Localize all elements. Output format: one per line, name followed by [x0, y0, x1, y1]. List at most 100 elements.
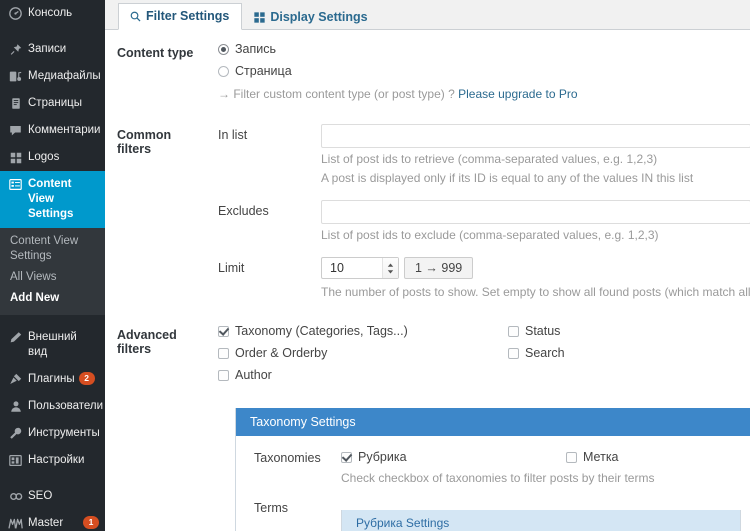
- checkbox-icon[interactable]: [566, 451, 577, 463]
- checkbox-icon[interactable]: [218, 369, 229, 381]
- advanced-filters-col-right: Status Search: [508, 324, 565, 390]
- sidebar-item-users[interactable]: Пользователи: [0, 393, 105, 420]
- limit-range-button[interactable]: 1 → 999: [404, 257, 474, 279]
- limit-controls-row: 10 1 → 999: [321, 257, 750, 279]
- limit-stepper[interactable]: 10: [321, 257, 399, 279]
- checkbox-taxonomy[interactable]: Taxonomy (Categories, Tags...): [218, 324, 508, 338]
- excludes-label: Excludes: [218, 204, 269, 218]
- radio-icon[interactable]: [218, 65, 229, 77]
- content-type-label: Content type: [117, 46, 194, 60]
- upgrade-hint-text: → Filter custom content type (or post ty…: [218, 87, 459, 101]
- checkbox-label: Order & Orderby: [235, 346, 328, 360]
- advanced-filters-columns: Taxonomy (Categories, Tags...) Order & O…: [218, 324, 750, 390]
- field-excludes: Excludes List of post ids to exclude (co…: [218, 200, 750, 243]
- radio-icon[interactable]: [218, 43, 229, 55]
- sidebar-item-media[interactable]: Медиафайлы: [0, 63, 105, 90]
- checkbox-label: Taxonomy (Categories, Tags...): [235, 324, 408, 338]
- seo-icon: [7, 489, 24, 504]
- terms-body: Рубрика Settings Select terms ×: [341, 500, 750, 531]
- settings-icon: [7, 453, 24, 468]
- submenu-item-add-new[interactable]: Add New: [0, 288, 105, 309]
- in-list-label: In list: [218, 128, 248, 142]
- common-filters-body: In list List of post ids to retrieve (co…: [218, 112, 750, 300]
- checkbox-order-orderby[interactable]: Order & Orderby: [218, 346, 508, 360]
- radio-label: Запись: [235, 42, 277, 56]
- checkbox-status[interactable]: Status: [508, 324, 565, 338]
- admin-sidebar: Консоль Записи Медиафайлы Страницы Комме…: [0, 0, 105, 531]
- sidebar-item-settings[interactable]: Настройки: [0, 447, 105, 474]
- sidebar-item-posts[interactable]: Записи: [0, 36, 105, 63]
- field-limit: Limit 10 1 → 999 The number of posts to …: [218, 257, 750, 300]
- sidebar-item-content-view-settings[interactable]: Content View Settings: [0, 171, 105, 228]
- media-icon: [7, 69, 24, 84]
- upgrade-to-pro-link[interactable]: Please upgrade to Pro: [458, 87, 577, 101]
- sidebar-item-appearance[interactable]: Внешний вид: [0, 324, 105, 366]
- sidebar-item-master-slider[interactable]: Master Slider 1: [0, 510, 105, 531]
- advanced-filters-col-left: Taxonomy (Categories, Tags...) Order & O…: [218, 324, 508, 390]
- radio-label: Страница: [235, 64, 292, 78]
- taxonomies-label: Taxonomies: [254, 451, 321, 465]
- submenu-item-all-views[interactable]: All Views: [0, 267, 105, 288]
- checkbox-icon[interactable]: [218, 325, 229, 337]
- excludes-desc-1: List of post ids to exclude (comma-separ…: [321, 228, 659, 242]
- radio-option-stranitsa[interactable]: Страница: [218, 64, 750, 78]
- taxonomy-settings-card: Taxonomy Settings Taxonomies Рубрика Мет…: [235, 408, 750, 531]
- sidebar-item-label: Content View Settings: [28, 178, 74, 220]
- checkbox-rubrika[interactable]: Рубрика: [341, 450, 566, 464]
- dashboard-icon: [7, 6, 24, 21]
- checkbox-search[interactable]: Search: [508, 346, 565, 360]
- sidebar-item-label: SEO: [28, 490, 53, 502]
- in-list-desc-2: A post is displayed only if its ID is eq…: [321, 171, 694, 185]
- checkbox-metka[interactable]: Метка: [566, 450, 619, 464]
- sidebar-item-label: Консоль: [28, 7, 73, 19]
- content-type-section: Content type Запись Страница → Filter cu…: [105, 30, 750, 102]
- limit-value: 10: [330, 261, 344, 275]
- tab-filter-settings[interactable]: Filter Settings: [118, 3, 243, 30]
- sidebar-item-label: Плагины: [28, 373, 75, 385]
- common-filters-label: Common filters: [117, 128, 172, 156]
- sidebar-item-pages[interactable]: Страницы: [0, 90, 105, 117]
- limit-desc: The number of posts to show. Set empty t…: [321, 285, 750, 299]
- comment-icon: [7, 123, 24, 138]
- excludes-input[interactable]: [321, 200, 750, 224]
- checkbox-icon[interactable]: [341, 451, 352, 463]
- checkbox-icon[interactable]: [508, 325, 519, 337]
- advanced-filters-section: Advanced filters Taxonomy (Categories, T…: [105, 312, 750, 390]
- grid-icon: [254, 11, 265, 23]
- advanced-filters-body: Taxonomy (Categories, Tags...) Order & O…: [218, 312, 750, 390]
- upgrade-hint: → Filter custom content type (or post ty…: [218, 86, 750, 102]
- search-icon: [130, 11, 141, 22]
- terms-label: Terms: [254, 501, 289, 515]
- checkbox-icon[interactable]: [508, 347, 519, 359]
- checkbox-icon[interactable]: [218, 347, 229, 359]
- sidebar-item-plugins[interactable]: Плагины 2: [0, 366, 105, 393]
- sidebar-item-logos[interactable]: Logos: [0, 144, 105, 171]
- submenu-item-content-view-settings[interactable]: Content View Settings: [0, 231, 105, 267]
- radio-option-zapis[interactable]: Запись: [218, 42, 750, 56]
- sidebar-item-seo[interactable]: SEO: [0, 483, 105, 510]
- pin-icon: [7, 42, 24, 57]
- field-in-list: In list List of post ids to retrieve (co…: [218, 124, 750, 186]
- wordpress-admin-screen: Консоль Записи Медиафайлы Страницы Комме…: [0, 0, 750, 531]
- sidebar-item-tools[interactable]: Инструменты: [0, 420, 105, 447]
- terms-row: Terms Рубрика Settings Select terms: [236, 500, 750, 531]
- in-list-input[interactable]: [321, 124, 750, 148]
- users-icon: [7, 399, 24, 414]
- sidebar-item-label: Внешний вид: [28, 331, 77, 358]
- taxonomies-checkboxes: Рубрика Метка: [341, 450, 750, 472]
- rubrika-settings-card: Рубрика Settings Select terms ×: [341, 510, 741, 531]
- in-list-control: List of post ids to retrieve (comma-sepa…: [321, 124, 750, 186]
- sidebar-item-label: Настройки: [28, 454, 85, 466]
- taxonomy-rubrika-wrap: Рубрика: [341, 450, 566, 472]
- sidebar-item-dashboard[interactable]: Консоль: [0, 0, 105, 27]
- sidebar-item-comments[interactable]: Комментарии: [0, 117, 105, 144]
- checkbox-author[interactable]: Author: [218, 368, 508, 382]
- taxonomy-settings-body: Taxonomies Рубрика Метка Check checkbox …: [236, 436, 750, 531]
- plugins-update-badge: 2: [78, 372, 95, 385]
- stepper-arrows-icon[interactable]: [382, 258, 398, 278]
- checkbox-label: Search: [525, 346, 565, 360]
- tab-label: Filter Settings: [146, 9, 230, 23]
- tab-display-settings[interactable]: Display Settings: [242, 4, 380, 30]
- taxonomy-metka-wrap: Метка: [566, 450, 619, 472]
